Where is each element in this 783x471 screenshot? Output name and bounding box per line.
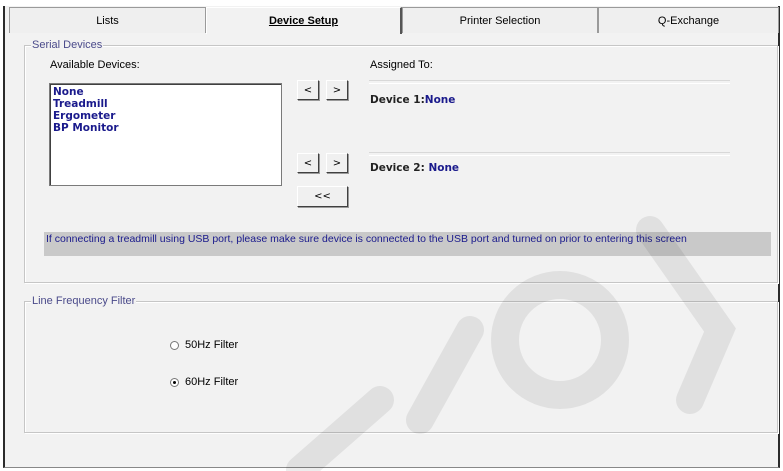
available-devices-label: Available Devices: [50,59,140,71]
serial-devices-legend: Serial Devices [31,39,104,51]
line-frequency-filter-legend: Line Frequency Filter [31,295,137,307]
clear-all-button[interactable]: << [297,186,348,207]
device2-value: None [428,162,460,174]
device2-separator [369,152,730,156]
radio-unchecked-icon [170,340,179,350]
line-frequency-filter-group: Line Frequency Filter [24,295,778,433]
filter-50hz-radio[interactable]: 50Hz Filter [170,339,238,351]
filter-60hz-label: 60Hz Filter [185,376,239,388]
tab-lists-label: Lists [96,14,119,27]
device2-label: Device 2: [370,162,429,174]
usb-notice: If connecting a treadmill using USB port… [44,232,771,256]
radio-checked-icon [170,377,179,387]
device2-assign-button[interactable]: > [326,153,348,173]
filter-50hz-label: 50Hz Filter [185,339,239,351]
tab-device-setup[interactable]: Device Setup [206,7,402,34]
device1-assignment: Device 1:None [370,94,455,106]
device1-separator [369,80,730,84]
device1-assign-button[interactable]: > [326,80,348,100]
filter-60hz-radio[interactable]: 60Hz Filter [170,376,238,388]
list-item[interactable]: BP Monitor [53,122,278,134]
device1-value: None [424,94,456,106]
list-item[interactable]: Treadmill [53,98,278,110]
tab-device-setup-label: Device Setup [268,15,339,27]
tab-q-exchange[interactable]: Q-Exchange [598,7,779,33]
device1-remove-button[interactable]: < [297,80,319,100]
assigned-to-label: Assigned To: [370,59,433,71]
tab-lists[interactable]: Lists [9,7,206,33]
device2-assignment: Device 2: None [370,162,459,174]
tab-q-exchange-label: Q-Exchange [657,14,720,27]
list-item[interactable]: None [53,86,278,98]
device2-remove-button[interactable]: < [297,153,319,173]
available-devices-list[interactable]: None Treadmill Ergometer BP Monitor [49,83,282,186]
list-item[interactable]: Ergometer [53,110,278,122]
tab-printer-selection[interactable]: Printer Selection [402,7,598,33]
tab-printer-selection-label: Printer Selection [459,14,541,27]
device1-label: Device 1: [370,94,425,106]
tab-bar: Lists Device Setup Printer Selection Q-E… [9,7,779,34]
